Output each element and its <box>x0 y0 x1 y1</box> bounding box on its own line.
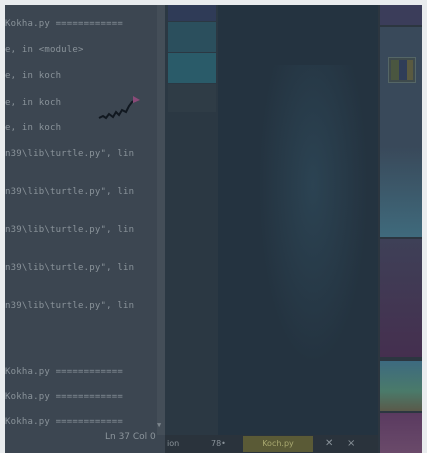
shell-line: n39\lib\turtle.py", lin <box>5 149 135 159</box>
color-swatch[interactable] <box>168 5 216 21</box>
thumbnail[interactable] <box>380 361 422 411</box>
shell-line: Kokha.py ============ <box>5 19 123 29</box>
shell-line: n39\lib\turtle.py", lin <box>5 225 135 235</box>
shell-line: Kokha.py ============ <box>5 417 123 427</box>
color-swatch[interactable] <box>168 84 216 112</box>
shell-line: e, in <module> <box>5 45 84 55</box>
taskbar-item[interactable]: ion <box>167 439 179 448</box>
scroll-down-icon[interactable]: ▼ <box>157 421 165 431</box>
taskbar-item[interactable]: 78• <box>211 439 226 448</box>
close-icon[interactable]: × <box>347 438 355 449</box>
shell-line: e, in koch <box>5 71 62 81</box>
turtle-canvas[interactable] <box>218 5 378 435</box>
shell-line: n39\lib\turtle.py", lin <box>5 301 135 311</box>
shell-line: n39\lib\turtle.py", lin <box>5 263 135 273</box>
taskbar: ion 78• Koch.py ✕ × <box>165 435 378 453</box>
shell-line: Kokha.py ============ <box>5 367 123 377</box>
shell-line: e, in koch <box>5 123 62 133</box>
shell-line: e, in koch <box>5 98 62 108</box>
color-swatch[interactable] <box>168 53 216 83</box>
canvas-shading <box>258 65 368 365</box>
thumbnail[interactable] <box>380 239 422 357</box>
shell-line: Kokha.py ============ <box>5 392 123 402</box>
thumbnail-shading <box>380 147 422 237</box>
window-preview-icon <box>388 57 416 83</box>
thumbnail[interactable] <box>380 5 422 25</box>
cursor-position: Ln 37 Col 0 <box>105 432 156 442</box>
turtle-icon <box>98 96 140 120</box>
thumbnail[interactable] <box>380 413 422 453</box>
color-swatch[interactable] <box>168 22 216 52</box>
thumbnail[interactable] <box>380 27 422 237</box>
taskbar-active-file[interactable]: Koch.py <box>243 436 313 452</box>
desktop-frame: Kokha.py ============ e, in <module> e, … <box>5 5 422 453</box>
close-icon[interactable]: ✕ <box>325 438 333 449</box>
shell-scrollbar[interactable] <box>157 5 165 435</box>
idle-shell-window[interactable]: Kokha.py ============ e, in <module> e, … <box>5 5 165 453</box>
shell-line: n39\lib\turtle.py", lin <box>5 187 135 197</box>
